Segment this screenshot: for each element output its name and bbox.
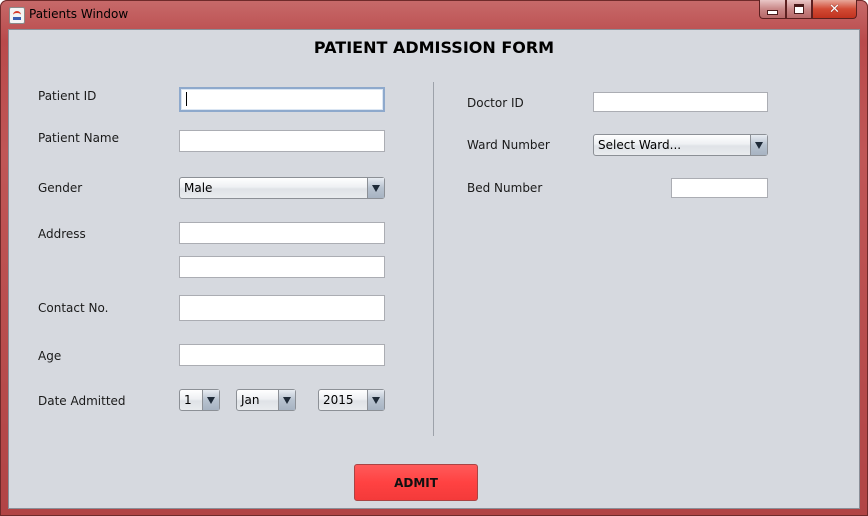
month-selected: Jan <box>241 393 260 407</box>
chevron-down-icon <box>755 141 763 149</box>
ward-dropdown-arrow[interactable] <box>750 135 767 155</box>
month-select[interactable]: Jan <box>236 389 296 411</box>
contact-no-label: Contact No. <box>38 301 109 315</box>
year-selected: 2015 <box>323 393 354 407</box>
contact-no-field[interactable] <box>179 295 385 321</box>
ward-number-select[interactable]: Select Ward... <box>593 134 768 156</box>
doctor-id-field[interactable] <box>593 92 768 112</box>
gender-label: Gender <box>38 181 83 195</box>
chevron-down-icon <box>207 396 215 404</box>
age-field[interactable] <box>179 344 385 366</box>
year-dropdown-arrow[interactable] <box>367 390 384 410</box>
ward-number-label: Ward Number <box>467 138 550 152</box>
patient-id-label: Patient ID <box>38 89 97 103</box>
month-dropdown-arrow[interactable] <box>278 390 295 410</box>
form-panel: PATIENT ADMISSION FORM Patient ID Patien… <box>8 29 860 509</box>
close-icon: ✕ <box>829 1 840 17</box>
close-button[interactable]: ✕ <box>812 0 857 19</box>
column-divider <box>433 82 434 436</box>
patient-name-field[interactable] <box>179 130 385 152</box>
window-title: Patients Window <box>29 7 129 21</box>
gender-dropdown-arrow[interactable] <box>367 178 384 198</box>
bed-number-label: Bed Number <box>467 181 543 195</box>
bed-number-field[interactable] <box>671 178 768 198</box>
patient-id-field[interactable] <box>179 87 385 112</box>
day-selected: 1 <box>184 393 192 407</box>
address-line1-field[interactable] <box>179 222 385 244</box>
chevron-down-icon <box>283 396 291 404</box>
address-label: Address <box>38 227 86 241</box>
date-admitted-label: Date Admitted <box>38 394 126 408</box>
minimize-icon <box>767 9 778 15</box>
gender-select[interactable]: Male <box>179 177 385 199</box>
maximize-icon <box>794 4 804 14</box>
day-select[interactable]: 1 <box>179 389 220 411</box>
chevron-down-icon <box>372 396 380 404</box>
gender-selected: Male <box>184 181 213 195</box>
java-app-icon <box>9 7 25 24</box>
ward-selected: Select Ward... <box>598 138 682 152</box>
address-line2-field[interactable] <box>179 256 385 278</box>
patients-window: Patients Window ✕ PATIENT ADMISSION FORM… <box>0 0 868 516</box>
chevron-down-icon <box>372 184 380 192</box>
maximize-button[interactable] <box>786 0 812 19</box>
patient-name-label: Patient Name <box>38 131 119 145</box>
age-label: Age <box>38 349 62 363</box>
title-bar[interactable]: Patients Window ✕ <box>0 0 868 29</box>
admit-button[interactable]: ADMIT <box>354 464 478 501</box>
year-select[interactable]: 2015 <box>318 389 385 411</box>
doctor-id-label: Doctor ID <box>467 96 524 110</box>
day-dropdown-arrow[interactable] <box>202 390 219 410</box>
form-title: PATIENT ADMISSION FORM <box>313 38 555 57</box>
minimize-button[interactable] <box>759 0 786 19</box>
text-caret <box>186 92 187 106</box>
